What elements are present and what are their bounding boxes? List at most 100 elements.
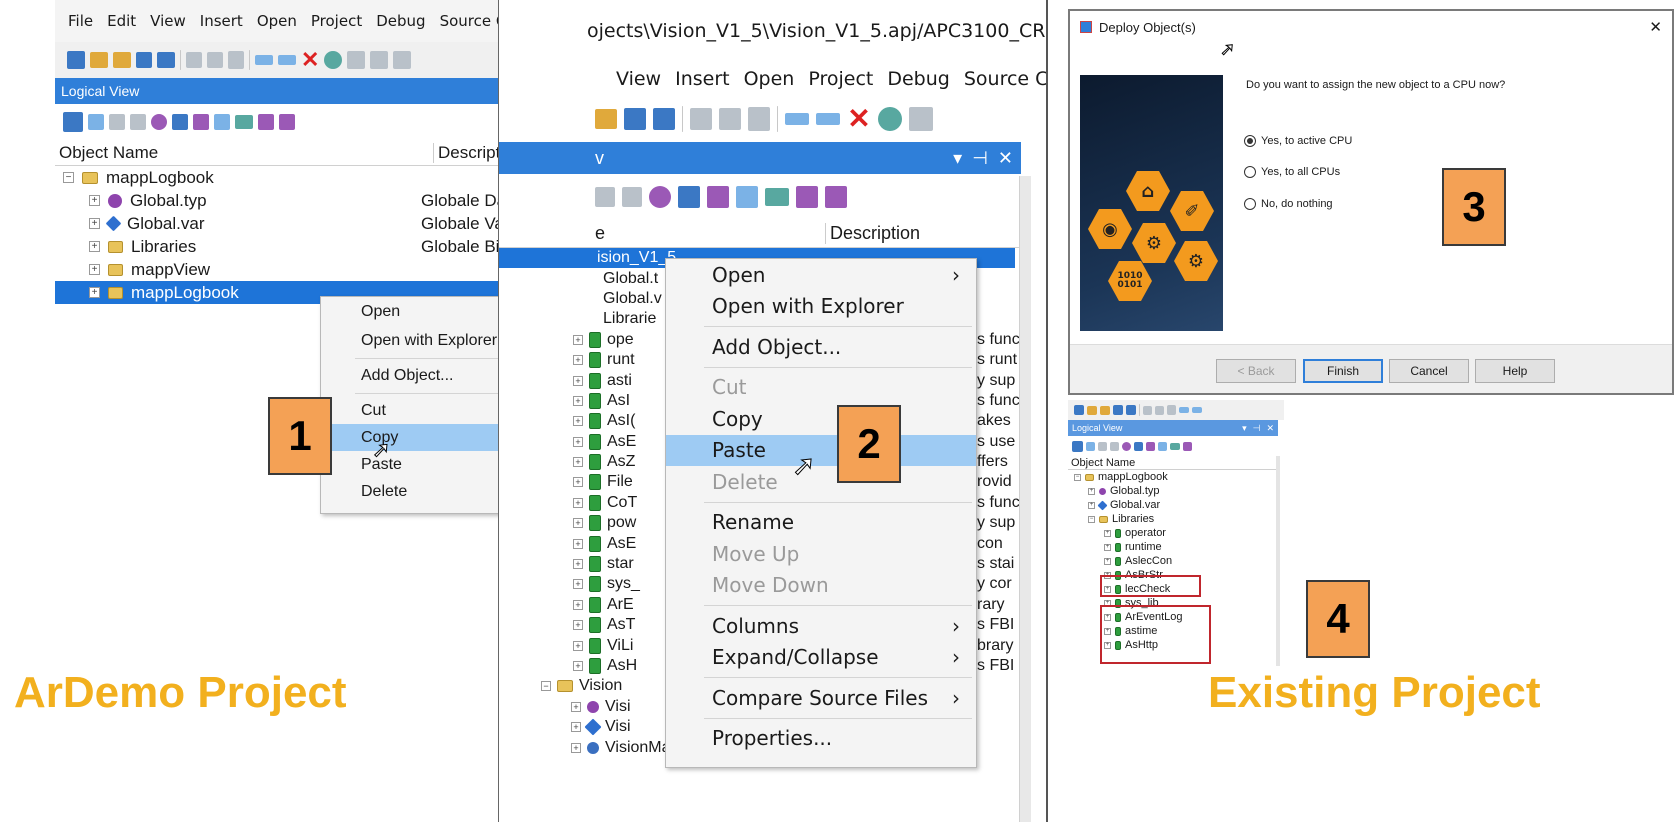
collapse-icon[interactable]: − bbox=[1074, 473, 1081, 481]
pin-icon[interactable]: ⊣ bbox=[1253, 423, 1261, 434]
menu-item-add-object[interactable]: Add Object... bbox=[666, 331, 976, 363]
edit-icon[interactable] bbox=[1158, 441, 1167, 451]
expand-icon[interactable]: + bbox=[573, 436, 583, 447]
expand-icon[interactable]: + bbox=[571, 742, 581, 753]
undo-icon[interactable] bbox=[255, 55, 273, 65]
radio-button[interactable] bbox=[1244, 166, 1256, 178]
expand-icon[interactable]: + bbox=[89, 264, 100, 275]
menu-edit[interactable]: Edit bbox=[100, 12, 143, 30]
variable-icon[interactable] bbox=[172, 114, 188, 130]
paste-icon[interactable] bbox=[228, 51, 244, 69]
save-icon[interactable] bbox=[136, 52, 152, 68]
radio-active-cpu[interactable]: Yes, to active CPU bbox=[1244, 135, 1352, 147]
redo-icon[interactable] bbox=[816, 113, 840, 125]
tree-row[interactable]: + Global.typ bbox=[1068, 484, 1278, 498]
list-icon[interactable] bbox=[1098, 441, 1107, 451]
menu-view[interactable]: View bbox=[609, 68, 668, 90]
menu-project[interactable]: Project bbox=[304, 12, 369, 30]
expand-icon[interactable]: + bbox=[573, 538, 583, 549]
pin-icon[interactable]: ⊣ bbox=[972, 148, 988, 169]
edit-icon[interactable] bbox=[736, 186, 758, 208]
new-object-icon[interactable] bbox=[63, 112, 83, 132]
tree-row[interactable]: − mappLogbook bbox=[55, 166, 575, 189]
menu-source-control[interactable]: Source Cont bbox=[957, 68, 1046, 90]
radio-button[interactable] bbox=[1244, 135, 1256, 147]
expand-icon[interactable]: + bbox=[89, 218, 100, 229]
expand-icon[interactable]: + bbox=[1088, 501, 1095, 509]
collapse-icon[interactable]: − bbox=[1088, 515, 1095, 523]
tree-row[interactable]: + Global.var Globale Variabl bbox=[55, 212, 575, 235]
column-object-name[interactable]: Object Name bbox=[1068, 457, 1135, 469]
view-icon[interactable] bbox=[130, 114, 146, 130]
expand-icon[interactable]: + bbox=[1088, 487, 1095, 495]
expand-icon[interactable]: + bbox=[573, 599, 583, 610]
save-icon[interactable] bbox=[624, 108, 646, 130]
cut-icon[interactable] bbox=[1143, 405, 1152, 415]
delete-icon[interactable]: ✕ bbox=[301, 49, 319, 71]
link-icon[interactable] bbox=[765, 188, 789, 206]
dropdown-icon[interactable]: ▾ bbox=[953, 148, 962, 169]
close-icon[interactable]: ✕ bbox=[998, 148, 1013, 169]
column-description[interactable]: Description bbox=[825, 223, 920, 244]
type-icon[interactable] bbox=[151, 114, 167, 130]
package-icon[interactable] bbox=[279, 114, 295, 130]
menu-item-columns[interactable]: Columns › bbox=[666, 610, 976, 642]
build-icon[interactable] bbox=[909, 107, 933, 131]
group-icon[interactable] bbox=[258, 114, 274, 130]
paste-icon[interactable] bbox=[748, 107, 770, 131]
tree-row[interactable]: + mappView bbox=[55, 258, 575, 281]
menu-item-open[interactable]: Open › bbox=[666, 259, 976, 291]
menu-debug[interactable]: Debug bbox=[369, 12, 432, 30]
expand-icon[interactable]: + bbox=[573, 497, 583, 508]
redo-icon[interactable] bbox=[1192, 407, 1202, 413]
menu-item-copy[interactable]: Copy bbox=[666, 403, 976, 435]
expand-icon[interactable]: + bbox=[571, 722, 581, 733]
menu-debug[interactable]: Debug bbox=[880, 68, 956, 90]
dropdown-icon[interactable]: ▾ bbox=[1242, 423, 1247, 434]
collapse-icon[interactable]: − bbox=[541, 681, 551, 692]
table-icon[interactable] bbox=[1086, 441, 1095, 451]
menu-item-rename[interactable]: Rename bbox=[666, 507, 976, 539]
build-icon[interactable] bbox=[347, 51, 365, 69]
datatype-icon[interactable] bbox=[193, 114, 209, 130]
delete-icon[interactable]: ✕ bbox=[847, 105, 871, 133]
expand-icon[interactable]: + bbox=[89, 195, 100, 206]
cut-icon[interactable] bbox=[690, 108, 712, 130]
copy-icon[interactable] bbox=[207, 52, 223, 68]
menu-item-move-down[interactable]: Move Down bbox=[666, 570, 976, 602]
datatype-icon[interactable] bbox=[1146, 441, 1155, 451]
menu-item-paste[interactable]: Paste bbox=[666, 434, 976, 466]
menu-item-cut[interactable]: Cut bbox=[666, 372, 976, 404]
expand-icon[interactable]: + bbox=[1104, 529, 1111, 537]
refresh-icon[interactable] bbox=[324, 51, 342, 69]
table-icon[interactable] bbox=[88, 114, 104, 130]
type-icon[interactable] bbox=[649, 186, 671, 208]
open-folder-icon[interactable] bbox=[1100, 405, 1110, 415]
undo-icon[interactable] bbox=[785, 113, 809, 125]
undo-icon[interactable] bbox=[1179, 407, 1189, 413]
save-icon[interactable] bbox=[1113, 405, 1123, 415]
menu-item-expand-collapse[interactable]: Expand/Collapse › bbox=[666, 642, 976, 674]
list-icon[interactable] bbox=[595, 187, 615, 207]
package-icon[interactable] bbox=[825, 186, 847, 208]
tree-row[interactable]: − mappLogbook bbox=[1068, 470, 1278, 484]
expand-icon[interactable]: + bbox=[573, 579, 583, 590]
view-icon[interactable] bbox=[1110, 441, 1119, 451]
refresh-icon[interactable] bbox=[878, 107, 902, 131]
tree-row[interactable]: + Libraries Globale Biblioth bbox=[55, 235, 575, 258]
expand-icon[interactable]: + bbox=[1104, 543, 1111, 551]
variable-icon[interactable] bbox=[678, 186, 700, 208]
type-icon[interactable] bbox=[1122, 441, 1131, 451]
group-icon[interactable] bbox=[1183, 441, 1192, 451]
group-icon[interactable] bbox=[796, 186, 818, 208]
close-icon[interactable]: ✕ bbox=[1649, 18, 1662, 36]
link-icon[interactable] bbox=[235, 115, 253, 129]
panel-scrollbar[interactable] bbox=[1276, 456, 1280, 666]
menu-item-compare-source-files[interactable]: Compare Source Files › bbox=[666, 682, 976, 714]
expand-icon[interactable]: + bbox=[573, 395, 583, 406]
save-all-icon[interactable] bbox=[653, 108, 675, 130]
expand-icon[interactable]: + bbox=[571, 701, 581, 712]
tree-row[interactable]: + runtime bbox=[1068, 540, 1278, 554]
open-folder-icon[interactable] bbox=[595, 109, 617, 129]
expand-icon[interactable]: + bbox=[573, 457, 583, 468]
